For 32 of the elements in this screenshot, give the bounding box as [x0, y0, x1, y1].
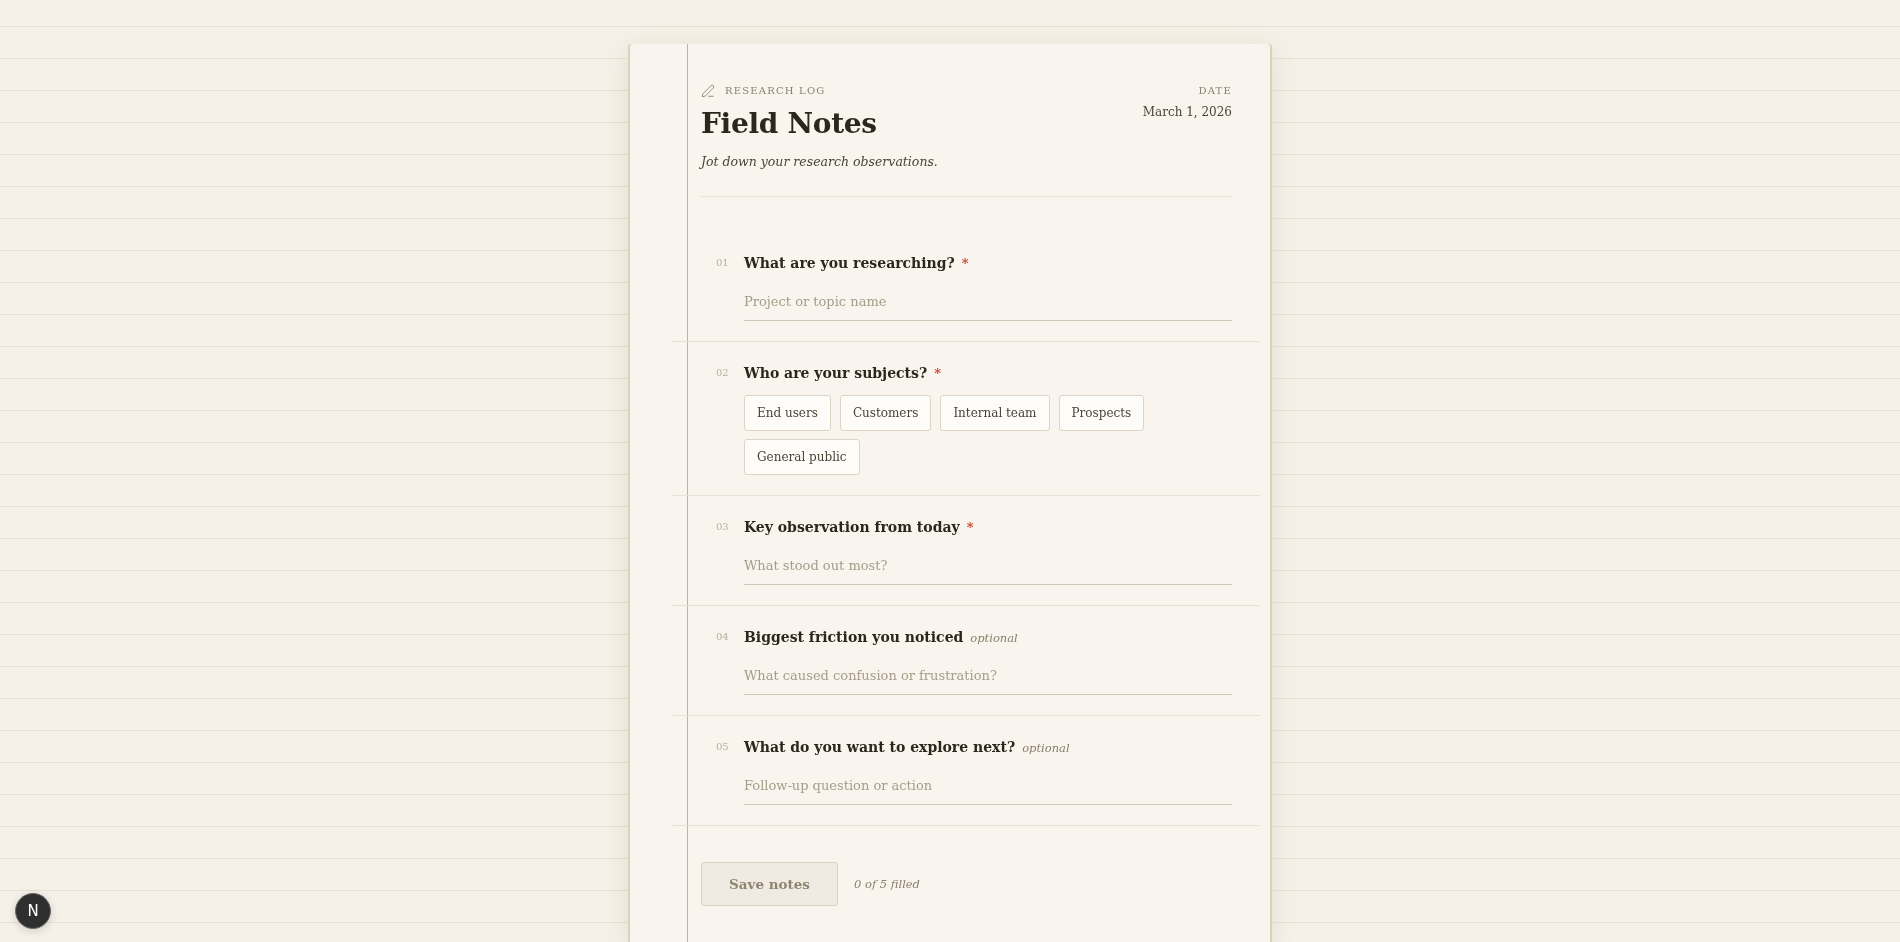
date-value: March 1, 2026	[1142, 104, 1232, 121]
progress-text: 0 of 5 filled	[854, 877, 920, 891]
question-number: 04	[716, 630, 729, 644]
page-subtitle: Jot down your research observations.	[701, 153, 938, 171]
question-label: Key observation from today	[744, 518, 960, 537]
date-label: DATE	[1198, 84, 1232, 98]
option-button[interactable]: Prospects	[1058, 395, 1145, 431]
eyebrow-label: RESEARCH LOG	[725, 84, 826, 98]
input-field[interactable]: Project or topic name	[744, 285, 1232, 321]
input-field[interactable]: Follow-up question or action	[744, 769, 1232, 805]
input-field[interactable]: What caused confusion or frustration?	[744, 659, 1232, 695]
question-number: 01	[716, 256, 729, 270]
input-field[interactable]: What stood out most?	[744, 549, 1232, 585]
question-label: What do you want to explore next?	[744, 738, 1016, 757]
question-label: Biggest friction you noticed	[744, 628, 964, 647]
page-title: Field Notes	[701, 106, 877, 142]
pencil-icon	[701, 84, 715, 98]
question-label: What are you researching?	[744, 254, 955, 273]
required-mark: *	[961, 255, 969, 273]
question-number: 03	[716, 520, 729, 534]
optional-label: optional	[970, 630, 1018, 647]
question-number: 02	[716, 366, 729, 380]
logo-button[interactable]: N	[15, 893, 51, 929]
option-button[interactable]: End users	[744, 395, 831, 431]
option-button[interactable]: Internal team	[940, 395, 1050, 431]
option-button[interactable]: Customers	[839, 395, 932, 431]
optional-label: optional	[1022, 740, 1070, 757]
question-label: Who are your subjects?	[744, 364, 928, 383]
option-button[interactable]: General public	[744, 439, 860, 475]
question-number: 05	[716, 740, 729, 754]
required-mark: *	[966, 519, 974, 537]
required-mark: *	[934, 365, 941, 383]
